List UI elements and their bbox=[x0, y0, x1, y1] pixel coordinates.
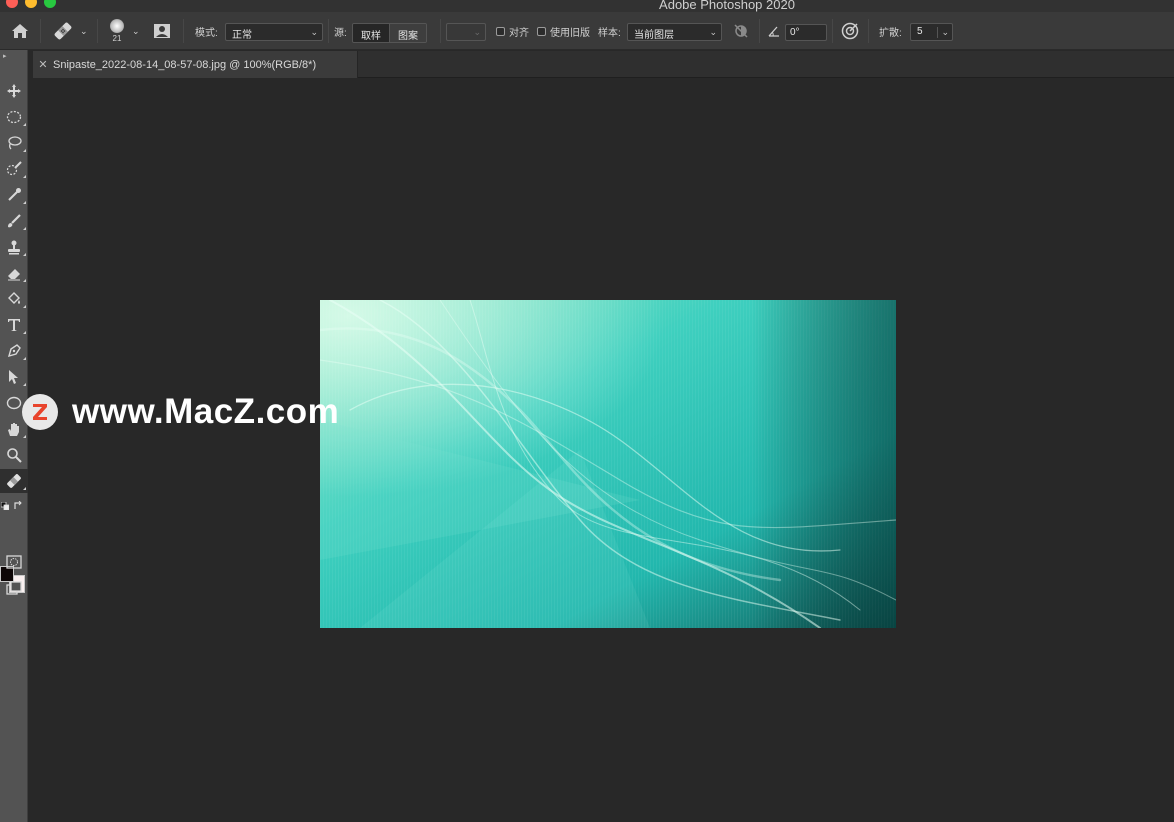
options-bar: ⌄ 21 ⌄ 模式: 正常 ⌄ 源: 取样 图案 ⌄ 对齐 使用旧版 样本: 当… bbox=[0, 12, 1174, 50]
title-bar: Adobe Photoshop 2020 bbox=[0, 0, 1174, 12]
zoom-icon bbox=[7, 448, 22, 463]
document-tab-title: Snipaste_2022-08-14_08-57-08.jpg @ 100%(… bbox=[53, 58, 317, 71]
spot-healing-brush-tool[interactable] bbox=[0, 469, 28, 493]
quick-selection-tool[interactable] bbox=[0, 157, 28, 181]
pen-icon bbox=[7, 344, 21, 358]
source-sampled-button[interactable]: 取样 bbox=[353, 24, 389, 42]
sample-select[interactable]: 当前图层 ⌄ bbox=[627, 23, 722, 41]
tool-preset-picker[interactable]: ⌄ bbox=[52, 12, 88, 50]
use-legacy-checkbox[interactable]: 使用旧版 bbox=[537, 12, 590, 50]
eraser-icon bbox=[8, 269, 20, 281]
home-button[interactable] bbox=[10, 12, 30, 50]
stamp-icon bbox=[8, 240, 20, 255]
source-label: 源: bbox=[334, 27, 347, 39]
ignore-adjustment-layers-button[interactable] bbox=[732, 12, 750, 50]
angle-input[interactable]: 0° bbox=[785, 24, 827, 41]
hand-icon bbox=[8, 423, 19, 436]
default-colors-icon bbox=[1, 502, 9, 510]
cursor-icon bbox=[9, 370, 18, 384]
pressure-size-button[interactable] bbox=[840, 12, 860, 50]
chevron-down-icon: ⌄ bbox=[310, 27, 318, 37]
pen-tool[interactable] bbox=[0, 339, 28, 363]
angle-icon bbox=[767, 12, 781, 50]
source-pattern-button[interactable]: 图案 bbox=[389, 24, 426, 42]
stamp-user-icon bbox=[154, 24, 170, 38]
screen-mode-button[interactable] bbox=[0, 576, 28, 600]
sample-label: 样本: bbox=[598, 27, 621, 39]
paint-bucket-icon bbox=[8, 292, 20, 304]
type-icon bbox=[8, 319, 20, 331]
elliptical-marquee-icon bbox=[6, 110, 22, 124]
panel-collapse-icon[interactable]: ▸ bbox=[3, 52, 7, 60]
document-tab[interactable]: ✕ Snipaste_2022-08-14_08-57-08.jpg @ 100… bbox=[33, 51, 358, 78]
align-checkbox[interactable]: 对齐 bbox=[496, 12, 529, 50]
brush-tool[interactable] bbox=[0, 209, 28, 233]
tools-panel: ▸ bbox=[0, 50, 28, 822]
mode-label: 模式: bbox=[195, 27, 218, 39]
document-canvas-image[interactable] bbox=[320, 300, 896, 628]
brush-picker[interactable]: 21 bbox=[107, 12, 127, 50]
zoom-tool[interactable] bbox=[0, 443, 28, 467]
brush-chevron-down-icon[interactable]: ⌄ bbox=[132, 12, 140, 50]
close-icon[interactable]: ✕ bbox=[33, 58, 53, 71]
quick-selection-icon bbox=[6, 161, 22, 176]
lasso-icon bbox=[8, 136, 22, 150]
chevron-down-icon: ⌄ bbox=[80, 25, 88, 36]
brush-icon bbox=[8, 214, 21, 228]
swap-arrows-icon bbox=[14, 501, 22, 509]
chevron-down-icon: ⌄ bbox=[937, 27, 949, 38]
pressure-icon bbox=[841, 22, 859, 40]
screen-mode-icon bbox=[6, 581, 22, 595]
type-tool[interactable] bbox=[0, 313, 28, 337]
watermark: www.MacZ.com bbox=[22, 392, 339, 432]
brush-tip-icon bbox=[110, 19, 124, 33]
brush-settings-button[interactable] bbox=[152, 12, 172, 50]
ignore-adjustment-layers-icon bbox=[734, 24, 748, 38]
quick-mask-icon bbox=[6, 555, 22, 569]
move-icon bbox=[7, 84, 21, 98]
path-selection-tool[interactable] bbox=[0, 365, 28, 389]
marquee-tool[interactable] bbox=[0, 105, 28, 129]
move-tool[interactable] bbox=[0, 79, 28, 103]
chevron-down-icon: ⌄ bbox=[709, 27, 717, 37]
spot-healing-brush-icon bbox=[54, 22, 72, 40]
paint-bucket-tool[interactable] bbox=[0, 287, 28, 311]
source-toggle: 取样 图案 bbox=[352, 23, 427, 43]
clone-stamp-tool[interactable] bbox=[0, 235, 28, 259]
z-logo-icon bbox=[33, 404, 47, 420]
watermark-text: www.MacZ.com bbox=[72, 392, 340, 431]
checkbox-box bbox=[496, 26, 505, 36]
eyedropper-tool[interactable] bbox=[0, 183, 28, 207]
document-tab-bar: ✕ Snipaste_2022-08-14_08-57-08.jpg @ 100… bbox=[33, 51, 1174, 78]
chevron-down-icon: ⌄ bbox=[473, 27, 481, 37]
eraser-tool[interactable] bbox=[0, 261, 28, 285]
lasso-tool[interactable] bbox=[0, 131, 28, 155]
checkbox-box bbox=[537, 26, 546, 36]
diffusion-select[interactable]: 5 ⌄ bbox=[910, 23, 953, 41]
home-icon bbox=[12, 24, 28, 38]
ellipse-icon bbox=[6, 396, 22, 410]
mode-select[interactable]: 正常 ⌄ bbox=[225, 23, 323, 41]
teal-wave-background-image bbox=[320, 300, 896, 628]
quick-mask-button[interactable] bbox=[0, 550, 28, 574]
app-title: Adobe Photoshop 2020 bbox=[659, 0, 795, 12]
spot-healing-brush-icon bbox=[7, 474, 21, 488]
swap-colors-button[interactable] bbox=[10, 499, 26, 513]
pattern-picker[interactable]: ⌄ bbox=[446, 23, 486, 41]
eyedropper-icon bbox=[8, 188, 21, 201]
diffusion-label: 扩散: bbox=[879, 27, 902, 39]
brush-size: 21 bbox=[112, 34, 122, 43]
macz-logo bbox=[22, 394, 58, 430]
